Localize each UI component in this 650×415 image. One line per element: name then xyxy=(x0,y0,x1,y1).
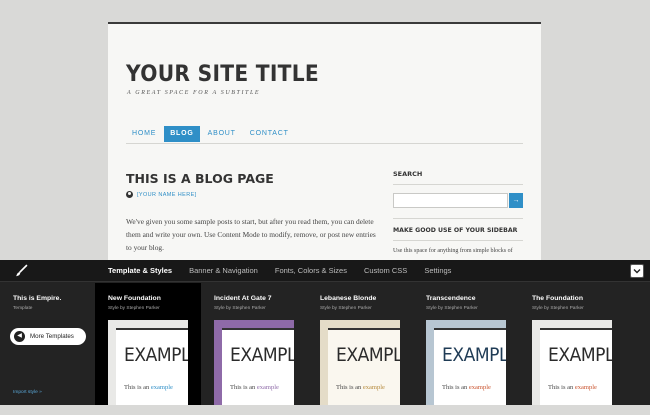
template-author: Style by Stephen Parker xyxy=(214,306,266,311)
thumbnail-text-lead: This is an xyxy=(336,384,362,391)
sidebar-divider xyxy=(393,218,523,219)
thumbnail-page: EXAMPLE This is an example xyxy=(222,328,294,405)
tab-template-styles[interactable]: Template & Styles xyxy=(108,260,172,282)
template-gallery: New Foundation Style by Stephen Parker E… xyxy=(95,283,625,405)
more-templates-label: More Templates xyxy=(30,333,74,340)
thumbnail-text-link: example xyxy=(150,384,173,391)
tab-fonts-colors-sizes[interactable]: Fonts, Colors & Sizes xyxy=(275,260,347,282)
thumbnail-text: This is an example xyxy=(230,384,279,391)
template-card[interactable]: Transcendence Style by Stephen Parker EX… xyxy=(413,283,519,405)
user-icon xyxy=(126,191,133,198)
template-author: Style by Stephen Parker xyxy=(426,306,478,311)
nav-about[interactable]: ABOUT xyxy=(202,126,242,142)
nav-contact[interactable]: CONTACT xyxy=(244,126,295,142)
template-name: New Foundation xyxy=(108,295,161,302)
author-name[interactable]: [YOUR NAME HERE] xyxy=(137,192,197,198)
thumbnail-heading: EXAMPLE xyxy=(336,344,400,366)
tab-custom-css[interactable]: Custom CSS xyxy=(364,260,407,282)
site-title: YOUR SITE TITLE xyxy=(126,62,320,87)
template-thumbnail[interactable]: EXAMPLE This is an example xyxy=(214,320,294,405)
thumbnail-text-lead: This is an xyxy=(442,384,468,391)
template-author: Style by Stephen Parker xyxy=(320,306,372,311)
template-thumbnail[interactable]: EXAMPLE This is an example xyxy=(320,320,400,405)
template-author: Style by Stephen Parker xyxy=(532,306,584,311)
tab-settings[interactable]: Settings xyxy=(424,260,451,282)
template-card[interactable]: Lebanese Blonde Style by Stephen Parker … xyxy=(307,283,413,405)
search-input[interactable] xyxy=(393,193,508,208)
thumbnail-page: EXAMPLE This is an example xyxy=(434,328,506,405)
sidebar-text: Use this space for anything from simple … xyxy=(393,248,513,254)
more-templates-button[interactable]: ◀ More Templates xyxy=(10,328,86,345)
template-card[interactable]: Incident At Gate 7 Style by Stephen Park… xyxy=(201,283,307,405)
thumbnail-text-lead: This is an xyxy=(548,384,574,391)
current-template-label: Template xyxy=(13,306,33,311)
thumbnail-text-link: example xyxy=(574,384,597,391)
current-template: This is Empire. Template ◀ More Template… xyxy=(0,283,95,405)
thumbnail-page: EXAMPLE This is an example xyxy=(540,328,612,405)
template-author: Style by Stephen Parker xyxy=(108,306,160,311)
tab-banner-navigation[interactable]: Banner & Navigation xyxy=(189,260,258,282)
site-subtitle: A GREAT SPACE FOR A SUBTITLE xyxy=(127,90,261,96)
nav-home[interactable]: HOME xyxy=(126,126,162,142)
site-preview: YOUR SITE TITLE A GREAT SPACE FOR A SUBT… xyxy=(108,22,541,260)
current-template-name: This is Empire. xyxy=(13,295,62,302)
template-card[interactable]: The Foundation Style by Stephen Parker E… xyxy=(519,283,625,405)
thumbnail-text-link: example xyxy=(256,384,279,391)
template-name: Incident At Gate 7 xyxy=(214,295,272,302)
template-name: Transcendence xyxy=(426,295,476,302)
template-name: The Foundation xyxy=(532,295,583,302)
post-title: THIS IS A BLOG PAGE xyxy=(126,171,274,186)
search-button[interactable]: → xyxy=(509,193,523,208)
import-style-link[interactable]: Import style » xyxy=(13,390,42,395)
thumbnail-heading: EXAMPLE xyxy=(230,344,294,366)
template-card[interactable]: New Foundation Style by Stephen Parker E… xyxy=(95,283,201,405)
arrow-left-icon: ◀ xyxy=(14,331,25,342)
sidebar-divider xyxy=(393,240,523,241)
author-row: [YOUR NAME HERE] xyxy=(126,191,197,198)
sidebar-heading: MAKE GOOD USE OF YOUR SIDEBAR xyxy=(393,227,518,234)
thumbnail-text-link: example xyxy=(362,384,385,391)
thumbnail-text-lead: This is an xyxy=(230,384,256,391)
thumbnail-page: EXAMPLE This is an example xyxy=(116,328,188,405)
thumbnail-text: This is an example xyxy=(336,384,385,391)
thumbnail-text-link: example xyxy=(468,384,491,391)
thumbnail-heading: EXAMPLE xyxy=(442,344,506,366)
template-thumbnail[interactable]: EXAMPLE This is an example xyxy=(426,320,506,405)
thumbnail-page: EXAMPLE This is an example xyxy=(328,328,400,405)
template-thumbnail[interactable]: EXAMPLE This is an example xyxy=(532,320,612,405)
post-body: We've given you some sample posts to sta… xyxy=(126,217,376,252)
thumbnail-text: This is an example xyxy=(124,384,173,391)
thumbnail-text-lead: This is an xyxy=(124,384,150,391)
editor-tabs: Template & Styles Banner & Navigation Fo… xyxy=(108,260,468,282)
editor-tabbar: Template & Styles Banner & Navigation Fo… xyxy=(0,260,650,282)
thumbnail-heading: EXAMPLE xyxy=(548,344,612,366)
sidebar-search-label: SEARCH xyxy=(393,170,423,178)
thumbnail-text: This is an example xyxy=(548,384,597,391)
brush-icon[interactable] xyxy=(14,264,28,278)
collapse-panel-button[interactable] xyxy=(630,264,644,278)
thumbnail-text: This is an example xyxy=(442,384,491,391)
template-thumbnail[interactable]: EXAMPLE This is an example xyxy=(108,320,188,405)
style-editor-panel: Template & Styles Banner & Navigation Fo… xyxy=(0,260,650,405)
sidebar-divider xyxy=(393,184,523,185)
site-nav: HOME BLOG ABOUT CONTACT xyxy=(126,126,523,144)
template-name: Lebanese Blonde xyxy=(320,295,377,302)
thumbnail-heading: EXAMPLE xyxy=(124,344,188,366)
chevron-down-icon xyxy=(633,269,641,274)
nav-blog[interactable]: BLOG xyxy=(164,126,200,142)
page-bottom-strip xyxy=(0,405,650,415)
